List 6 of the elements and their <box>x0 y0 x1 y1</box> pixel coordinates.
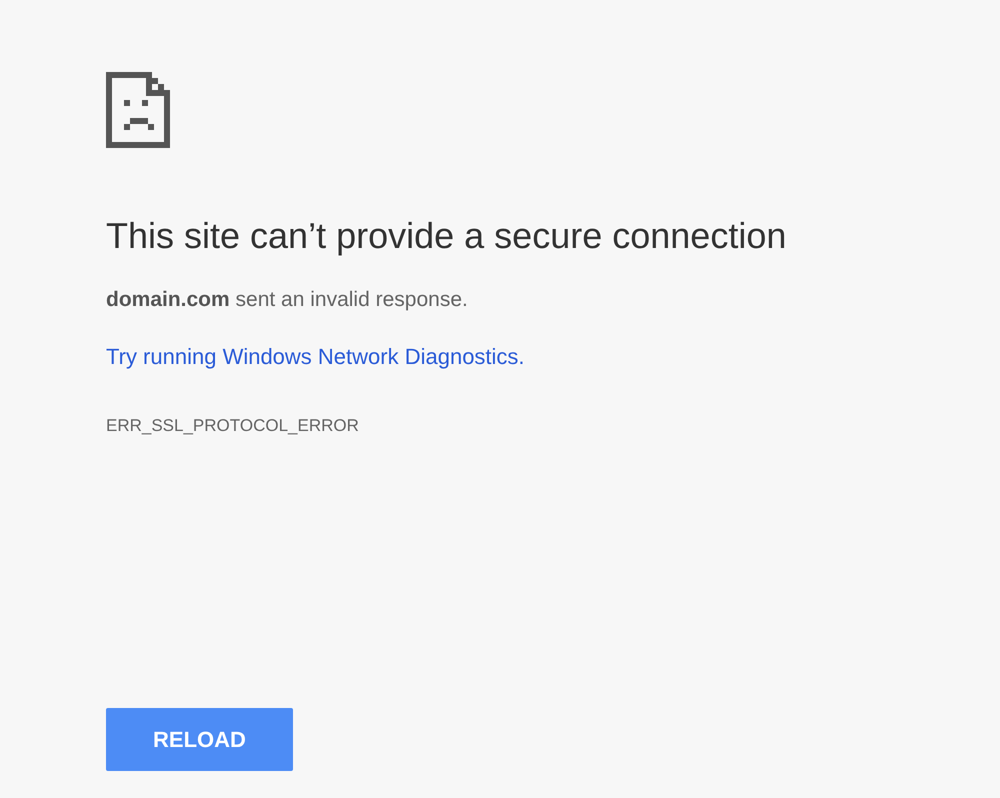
error-heading: This site can’t provide a secure connection <box>106 214 786 258</box>
sad-page-icon <box>106 72 170 148</box>
reload-button[interactable]: RELOAD <box>106 708 293 771</box>
diagnostics-link[interactable]: Try running Windows Network Diagnostics. <box>106 340 525 372</box>
error-message: domain.com sent an invalid response. <box>106 287 468 313</box>
error-code: ERR_SSL_PROTOCOL_ERROR <box>106 414 359 436</box>
